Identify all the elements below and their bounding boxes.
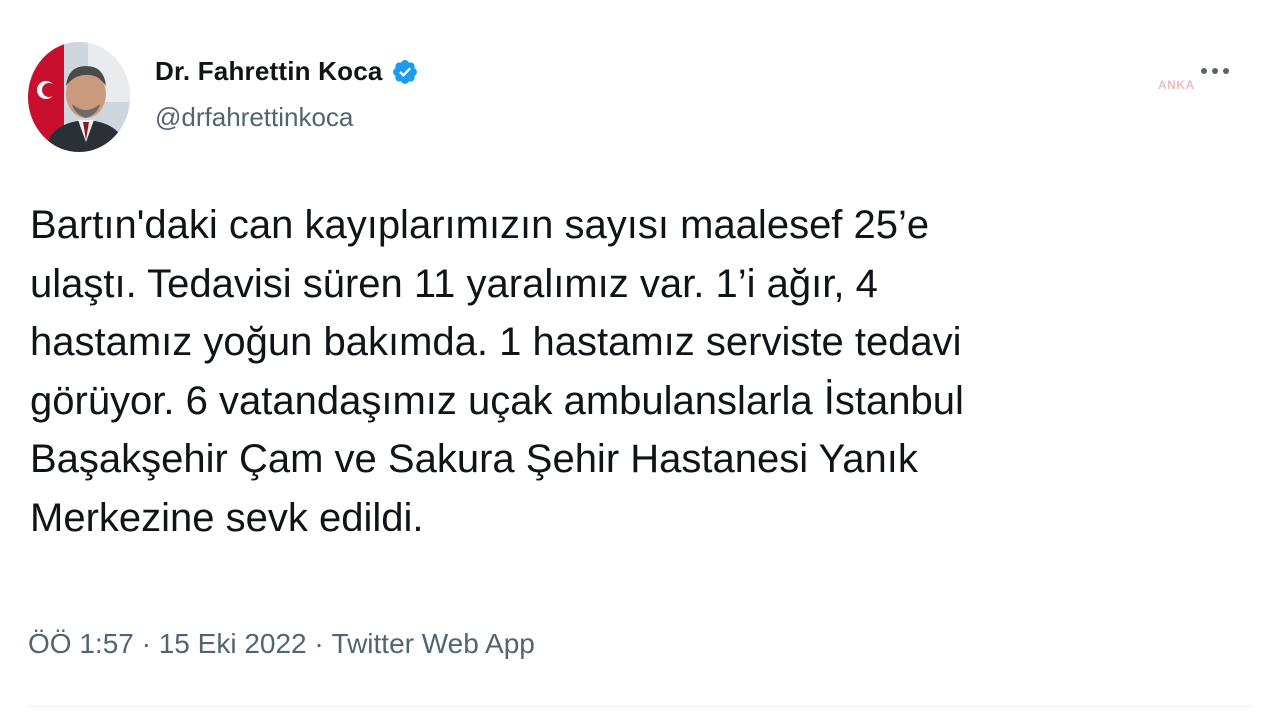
meta-separator: ·	[133, 628, 159, 659]
tweet-text: Bartın'daki can kayıplarımızın sayısı ma…	[30, 203, 964, 540]
tweet-source-link[interactable]: Twitter Web App	[332, 628, 535, 660]
author-handle[interactable]: @drfahrettinkoca	[155, 102, 353, 133]
author-name-row: Dr. Fahrettin Koca	[155, 56, 419, 87]
tweet-meta: ÖÖ 1:57 · 15 Eki 2022 · Twitter Web App	[28, 628, 535, 660]
tweet-card: Dr. Fahrettin Koca @drfahrettinkoca ANKA…	[0, 0, 1280, 720]
author-display-name[interactable]: Dr. Fahrettin Koca	[155, 56, 383, 87]
meta-separator: ·	[306, 628, 332, 659]
more-options-button[interactable]	[1195, 56, 1235, 86]
tweet-time-link[interactable]: ÖÖ 1:57	[28, 628, 134, 660]
tweet-date-link[interactable]: 15 Eki 2022	[159, 628, 307, 660]
watermark-text: ANKA	[1158, 78, 1195, 92]
more-dots-icon	[1201, 68, 1229, 74]
verified-badge-icon	[391, 58, 419, 86]
avatar-photo	[28, 42, 130, 152]
divider	[28, 706, 1252, 707]
avatar[interactable]	[28, 42, 130, 152]
